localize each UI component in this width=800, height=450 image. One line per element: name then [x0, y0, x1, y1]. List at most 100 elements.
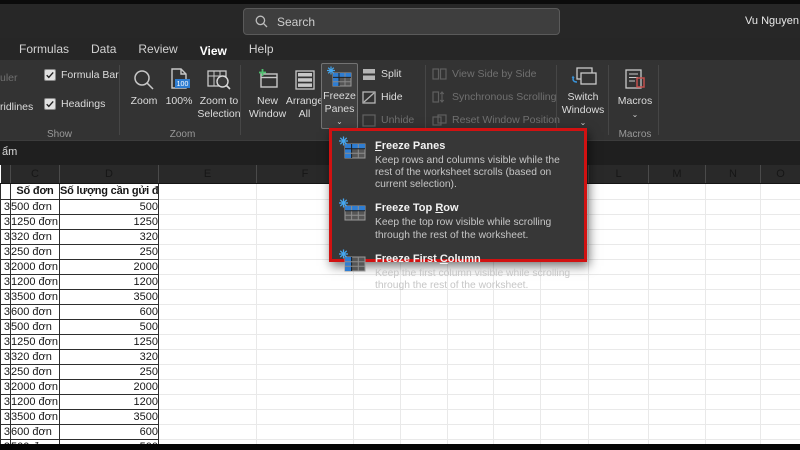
empty-cell[interactable]: [353, 349, 401, 365]
empty-cell[interactable]: [158, 183, 257, 200]
column-header[interactable]: D: [59, 165, 159, 184]
empty-cell[interactable]: [588, 214, 649, 230]
empty-cell[interactable]: [705, 319, 761, 335]
empty-cell[interactable]: [760, 214, 800, 230]
empty-cell[interactable]: [400, 394, 448, 410]
empty-cell[interactable]: [588, 409, 649, 425]
hide-button[interactable]: Hide: [362, 89, 403, 105]
cell-b[interactable]: 3: [0, 198, 11, 215]
empty-cell[interactable]: [400, 379, 448, 395]
empty-cell[interactable]: [353, 409, 401, 425]
empty-cell[interactable]: [760, 289, 800, 305]
zoom-button[interactable]: Zoom: [127, 63, 161, 129]
cell-b[interactable]: 3: [0, 213, 11, 230]
empty-cell[interactable]: [447, 364, 494, 380]
column-header[interactable]: N: [705, 165, 761, 184]
empty-cell[interactable]: [760, 259, 800, 275]
cell-quantity[interactable]: 3500: [59, 288, 159, 305]
headings-checkbox[interactable]: Headings: [44, 98, 105, 111]
empty-cell[interactable]: [760, 379, 800, 395]
empty-cell[interactable]: [540, 409, 589, 425]
empty-cell[interactable]: [648, 274, 706, 290]
tab-help[interactable]: Help: [238, 42, 285, 60]
macros-button[interactable]: Macros ⌄: [612, 63, 658, 129]
empty-cell[interactable]: [493, 424, 541, 440]
empty-cell[interactable]: [158, 424, 257, 440]
empty-cell[interactable]: [158, 379, 257, 395]
empty-cell[interactable]: [540, 334, 589, 350]
cell-b[interactable]: 3: [0, 258, 11, 275]
empty-cell[interactable]: [400, 424, 448, 440]
arrange-all-button[interactable]: Arrange All: [286, 63, 323, 129]
empty-cell[interactable]: [760, 394, 800, 410]
empty-cell[interactable]: [158, 349, 257, 365]
column-header[interactable]: E: [158, 165, 257, 184]
cell-orders[interactable]: 3500 đơn: [10, 288, 60, 305]
empty-cell[interactable]: [705, 409, 761, 425]
empty-cell[interactable]: [705, 349, 761, 365]
empty-cell[interactable]: [256, 394, 354, 410]
cell-quantity[interactable]: 1250: [59, 213, 159, 230]
cell-quantity[interactable]: 600: [59, 303, 159, 320]
empty-cell[interactable]: [256, 364, 354, 380]
cell-b[interactable]: 3: [0, 363, 11, 380]
unhide-button[interactable]: Unhide: [362, 112, 414, 128]
cell-orders[interactable]: 500 đơn: [10, 318, 60, 335]
search-input[interactable]: Search: [243, 8, 560, 35]
synchronous-scrolling-button[interactable]: Synchronous Scrolling: [432, 89, 556, 105]
empty-cell[interactable]: [705, 183, 761, 200]
menu-item-freeze-first-column[interactable]: Freeze First Column Keep the first colum…: [339, 249, 578, 292]
empty-cell[interactable]: [760, 349, 800, 365]
empty-cell[interactable]: [760, 409, 800, 425]
menu-item-freeze-panes[interactable]: Freeze Panes Keep rows and columns visib…: [339, 136, 578, 191]
empty-cell[interactable]: [158, 394, 257, 410]
column-header[interactable]: C: [10, 165, 60, 184]
empty-cell[interactable]: [158, 274, 257, 290]
empty-cell[interactable]: [540, 424, 589, 440]
empty-cell[interactable]: [588, 289, 649, 305]
freeze-panes-button[interactable]: Freeze Panes ⌄: [321, 63, 358, 129]
empty-cell[interactable]: [648, 319, 706, 335]
empty-cell[interactable]: [540, 319, 589, 335]
empty-cell[interactable]: [760, 244, 800, 260]
split-button[interactable]: Split: [362, 66, 401, 82]
empty-cell[interactable]: [648, 424, 706, 440]
empty-cell[interactable]: [705, 424, 761, 440]
ruler-checkbox-label[interactable]: uler: [0, 72, 18, 84]
empty-cell[interactable]: [353, 304, 401, 320]
empty-cell[interactable]: [400, 409, 448, 425]
empty-cell[interactable]: [705, 304, 761, 320]
empty-cell[interactable]: [588, 244, 649, 260]
cell-b[interactable]: 3: [0, 408, 11, 425]
empty-cell[interactable]: [256, 334, 354, 350]
cell-quantity[interactable]: 320: [59, 348, 159, 365]
empty-cell[interactable]: [540, 379, 589, 395]
empty-cell[interactable]: [256, 319, 354, 335]
empty-cell[interactable]: [256, 379, 354, 395]
tab-review[interactable]: Review: [127, 42, 188, 60]
tab-formulas[interactable]: Formulas: [8, 42, 80, 60]
cell-orders[interactable]: 1200 đơn: [10, 393, 60, 410]
cell-b[interactable]: 3: [0, 228, 11, 245]
empty-cell[interactable]: [447, 334, 494, 350]
empty-cell[interactable]: [648, 229, 706, 245]
empty-cell[interactable]: [705, 379, 761, 395]
cell-b[interactable]: 3: [0, 273, 11, 290]
formula-bar-checkbox[interactable]: Formula Bar: [44, 69, 119, 82]
cell-b[interactable]: 3: [0, 243, 11, 260]
cell-quantity[interactable]: 500: [59, 198, 159, 215]
empty-cell[interactable]: [648, 199, 706, 215]
empty-cell[interactable]: [256, 304, 354, 320]
cell-orders[interactable]: 600 đơn: [10, 423, 60, 440]
user-name[interactable]: Vu Nguyen I: [745, 15, 800, 27]
empty-cell[interactable]: [648, 289, 706, 305]
cell-orders[interactable]: 250 đơn: [10, 243, 60, 260]
empty-cell[interactable]: [648, 259, 706, 275]
cell-orders[interactable]: 1200 đơn: [10, 273, 60, 290]
empty-cell[interactable]: [353, 319, 401, 335]
empty-cell[interactable]: [493, 394, 541, 410]
empty-cell[interactable]: [447, 409, 494, 425]
empty-cell[interactable]: [588, 229, 649, 245]
empty-cell[interactable]: [493, 379, 541, 395]
empty-cell[interactable]: [400, 349, 448, 365]
